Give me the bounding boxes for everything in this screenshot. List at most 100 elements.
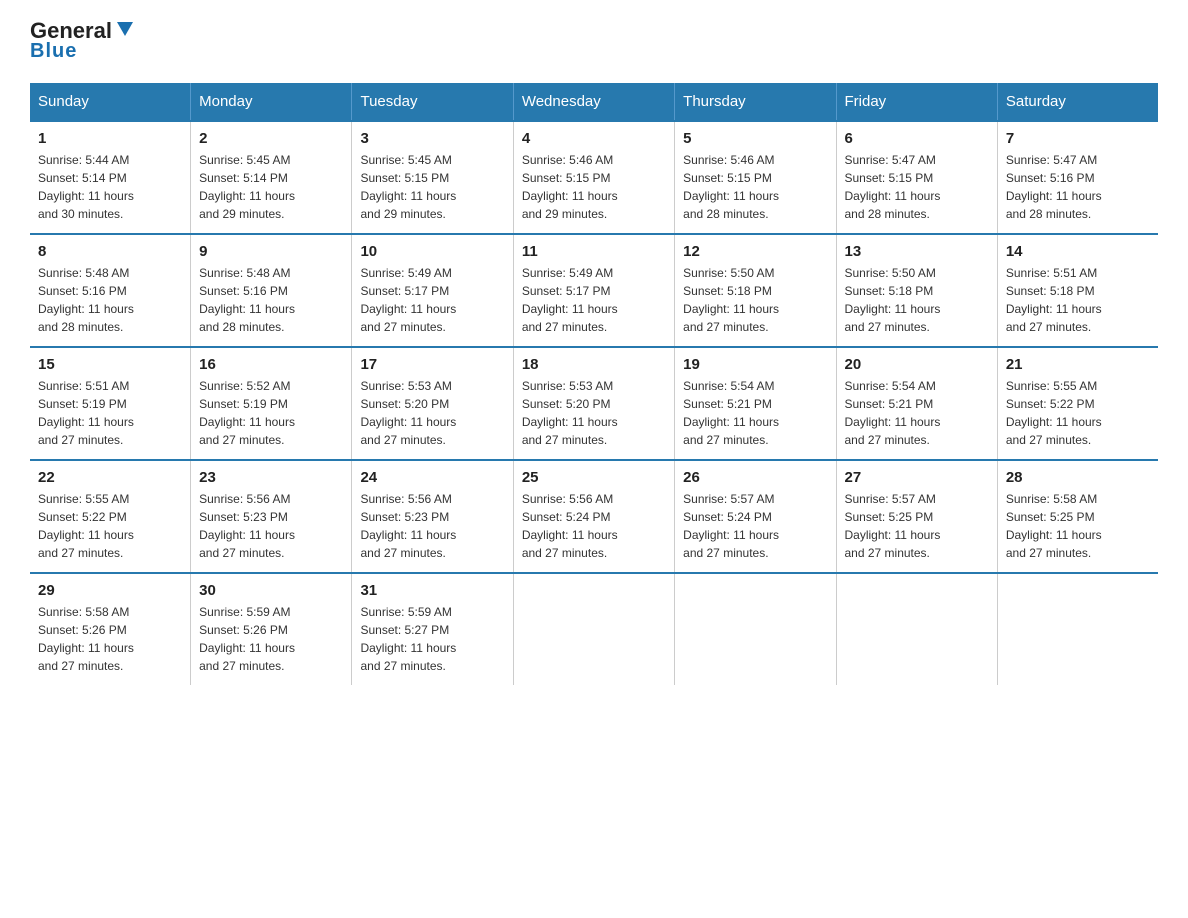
calendar-week-4: 22 Sunrise: 5:55 AM Sunset: 5:22 PM Dayl… (30, 460, 1158, 573)
day-info: Sunrise: 5:55 AM Sunset: 5:22 PM Dayligh… (1006, 377, 1150, 449)
calendar-cell: 3 Sunrise: 5:45 AM Sunset: 5:15 PM Dayli… (352, 121, 513, 234)
calendar-cell (997, 573, 1158, 685)
day-info: Sunrise: 5:58 AM Sunset: 5:26 PM Dayligh… (38, 603, 182, 675)
day-info: Sunrise: 5:58 AM Sunset: 5:25 PM Dayligh… (1006, 490, 1150, 562)
calendar-cell: 18 Sunrise: 5:53 AM Sunset: 5:20 PM Dayl… (513, 347, 674, 460)
day-info: Sunrise: 5:57 AM Sunset: 5:24 PM Dayligh… (683, 490, 827, 562)
calendar-cell (836, 573, 997, 685)
day-info: Sunrise: 5:47 AM Sunset: 5:15 PM Dayligh… (845, 151, 989, 223)
day-number: 14 (1006, 243, 1150, 260)
calendar-cell: 16 Sunrise: 5:52 AM Sunset: 5:19 PM Dayl… (191, 347, 352, 460)
day-number: 23 (199, 469, 343, 486)
day-number: 12 (683, 243, 827, 260)
weekday-header-sunday: Sunday (30, 83, 191, 121)
calendar-week-5: 29 Sunrise: 5:58 AM Sunset: 5:26 PM Dayl… (30, 573, 1158, 685)
calendar-header: SundayMondayTuesdayWednesdayThursdayFrid… (30, 83, 1158, 121)
day-info: Sunrise: 5:59 AM Sunset: 5:27 PM Dayligh… (360, 603, 504, 675)
day-number: 24 (360, 469, 504, 486)
calendar-body: 1 Sunrise: 5:44 AM Sunset: 5:14 PM Dayli… (30, 121, 1158, 685)
day-number: 31 (360, 582, 504, 599)
calendar-cell: 2 Sunrise: 5:45 AM Sunset: 5:14 PM Dayli… (191, 121, 352, 234)
day-info: Sunrise: 5:56 AM Sunset: 5:24 PM Dayligh… (522, 490, 666, 562)
day-number: 13 (845, 243, 989, 260)
calendar-cell: 28 Sunrise: 5:58 AM Sunset: 5:25 PM Dayl… (997, 460, 1158, 573)
day-info: Sunrise: 5:51 AM Sunset: 5:18 PM Dayligh… (1006, 264, 1150, 336)
day-number: 6 (845, 130, 989, 147)
calendar-cell: 14 Sunrise: 5:51 AM Sunset: 5:18 PM Dayl… (997, 234, 1158, 347)
logo-general-text: General (30, 20, 112, 42)
calendar-cell: 1 Sunrise: 5:44 AM Sunset: 5:14 PM Dayli… (30, 121, 191, 234)
day-info: Sunrise: 5:46 AM Sunset: 5:15 PM Dayligh… (683, 151, 827, 223)
weekday-header-thursday: Thursday (675, 83, 836, 121)
calendar-week-2: 8 Sunrise: 5:48 AM Sunset: 5:16 PM Dayli… (30, 234, 1158, 347)
calendar-cell: 4 Sunrise: 5:46 AM Sunset: 5:15 PM Dayli… (513, 121, 674, 234)
day-info: Sunrise: 5:53 AM Sunset: 5:20 PM Dayligh… (522, 377, 666, 449)
day-number: 5 (683, 130, 827, 147)
day-info: Sunrise: 5:54 AM Sunset: 5:21 PM Dayligh… (683, 377, 827, 449)
calendar-cell: 26 Sunrise: 5:57 AM Sunset: 5:24 PM Dayl… (675, 460, 836, 573)
calendar-week-3: 15 Sunrise: 5:51 AM Sunset: 5:19 PM Dayl… (30, 347, 1158, 460)
calendar-cell: 31 Sunrise: 5:59 AM Sunset: 5:27 PM Dayl… (352, 573, 513, 685)
day-info: Sunrise: 5:50 AM Sunset: 5:18 PM Dayligh… (683, 264, 827, 336)
day-number: 7 (1006, 130, 1150, 147)
day-number: 18 (522, 356, 666, 373)
calendar-table: SundayMondayTuesdayWednesdayThursdayFrid… (30, 83, 1158, 685)
logo-blue-text: Blue (30, 40, 77, 63)
calendar-cell: 22 Sunrise: 5:55 AM Sunset: 5:22 PM Dayl… (30, 460, 191, 573)
day-number: 10 (360, 243, 504, 260)
day-info: Sunrise: 5:56 AM Sunset: 5:23 PM Dayligh… (199, 490, 343, 562)
calendar-cell: 25 Sunrise: 5:56 AM Sunset: 5:24 PM Dayl… (513, 460, 674, 573)
day-info: Sunrise: 5:46 AM Sunset: 5:15 PM Dayligh… (522, 151, 666, 223)
day-number: 26 (683, 469, 827, 486)
calendar-cell: 17 Sunrise: 5:53 AM Sunset: 5:20 PM Dayl… (352, 347, 513, 460)
calendar-cell: 10 Sunrise: 5:49 AM Sunset: 5:17 PM Dayl… (352, 234, 513, 347)
calendar-cell: 7 Sunrise: 5:47 AM Sunset: 5:16 PM Dayli… (997, 121, 1158, 234)
day-number: 25 (522, 469, 666, 486)
day-info: Sunrise: 5:45 AM Sunset: 5:15 PM Dayligh… (360, 151, 504, 223)
logo: General Blue (30, 20, 135, 63)
weekday-header-tuesday: Tuesday (352, 83, 513, 121)
day-number: 11 (522, 243, 666, 260)
day-number: 8 (38, 243, 182, 260)
calendar-cell: 24 Sunrise: 5:56 AM Sunset: 5:23 PM Dayl… (352, 460, 513, 573)
day-number: 19 (683, 356, 827, 373)
page-header: General Blue (30, 20, 1158, 63)
day-number: 21 (1006, 356, 1150, 373)
day-info: Sunrise: 5:49 AM Sunset: 5:17 PM Dayligh… (360, 264, 504, 336)
calendar-cell: 20 Sunrise: 5:54 AM Sunset: 5:21 PM Dayl… (836, 347, 997, 460)
calendar-week-1: 1 Sunrise: 5:44 AM Sunset: 5:14 PM Dayli… (30, 121, 1158, 234)
day-info: Sunrise: 5:56 AM Sunset: 5:23 PM Dayligh… (360, 490, 504, 562)
calendar-cell: 8 Sunrise: 5:48 AM Sunset: 5:16 PM Dayli… (30, 234, 191, 347)
day-number: 17 (360, 356, 504, 373)
day-number: 2 (199, 130, 343, 147)
weekday-header-wednesday: Wednesday (513, 83, 674, 121)
calendar-cell: 13 Sunrise: 5:50 AM Sunset: 5:18 PM Dayl… (836, 234, 997, 347)
day-info: Sunrise: 5:53 AM Sunset: 5:20 PM Dayligh… (360, 377, 504, 449)
calendar-cell: 30 Sunrise: 5:59 AM Sunset: 5:26 PM Dayl… (191, 573, 352, 685)
day-info: Sunrise: 5:57 AM Sunset: 5:25 PM Dayligh… (845, 490, 989, 562)
day-info: Sunrise: 5:59 AM Sunset: 5:26 PM Dayligh… (199, 603, 343, 675)
day-number: 4 (522, 130, 666, 147)
weekday-header-friday: Friday (836, 83, 997, 121)
day-info: Sunrise: 5:47 AM Sunset: 5:16 PM Dayligh… (1006, 151, 1150, 223)
calendar-cell: 23 Sunrise: 5:56 AM Sunset: 5:23 PM Dayl… (191, 460, 352, 573)
weekday-row: SundayMondayTuesdayWednesdayThursdayFrid… (30, 83, 1158, 121)
day-number: 3 (360, 130, 504, 147)
calendar-cell: 11 Sunrise: 5:49 AM Sunset: 5:17 PM Dayl… (513, 234, 674, 347)
calendar-cell: 29 Sunrise: 5:58 AM Sunset: 5:26 PM Dayl… (30, 573, 191, 685)
day-number: 9 (199, 243, 343, 260)
day-number: 16 (199, 356, 343, 373)
day-info: Sunrise: 5:52 AM Sunset: 5:19 PM Dayligh… (199, 377, 343, 449)
calendar-cell: 15 Sunrise: 5:51 AM Sunset: 5:19 PM Dayl… (30, 347, 191, 460)
day-number: 28 (1006, 469, 1150, 486)
day-info: Sunrise: 5:45 AM Sunset: 5:14 PM Dayligh… (199, 151, 343, 223)
day-info: Sunrise: 5:50 AM Sunset: 5:18 PM Dayligh… (845, 264, 989, 336)
day-number: 20 (845, 356, 989, 373)
logo-triangle-icon (113, 18, 135, 40)
day-info: Sunrise: 5:51 AM Sunset: 5:19 PM Dayligh… (38, 377, 182, 449)
day-info: Sunrise: 5:48 AM Sunset: 5:16 PM Dayligh… (38, 264, 182, 336)
day-number: 22 (38, 469, 182, 486)
day-number: 27 (845, 469, 989, 486)
calendar-cell: 19 Sunrise: 5:54 AM Sunset: 5:21 PM Dayl… (675, 347, 836, 460)
calendar-cell: 21 Sunrise: 5:55 AM Sunset: 5:22 PM Dayl… (997, 347, 1158, 460)
